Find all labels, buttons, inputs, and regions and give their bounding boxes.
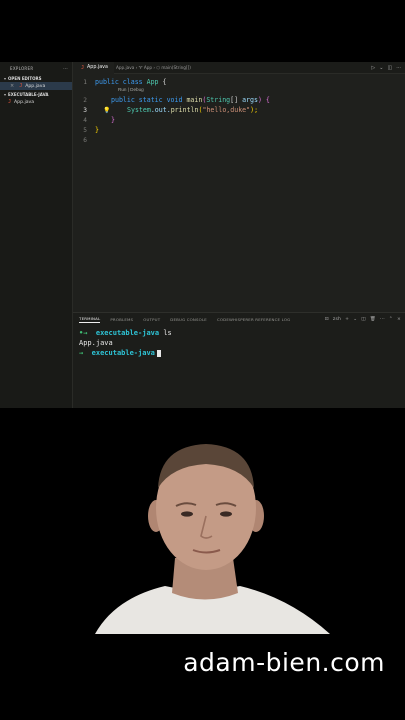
terminal-command: ls xyxy=(163,329,172,337)
line-number: 4 xyxy=(83,116,87,124)
println-call: println xyxy=(170,106,199,114)
keyword: public static void xyxy=(111,96,187,104)
java-file-icon: J xyxy=(19,83,23,89)
folder-filename: App.java xyxy=(14,99,35,105)
terminal-line: App.java xyxy=(79,338,405,348)
tab-output[interactable]: OUTPUT xyxy=(143,317,160,322)
paren-close: ) { xyxy=(257,96,270,104)
code-editor[interactable]: 1 public class App { Run | Debug 2 publi… xyxy=(73,74,405,145)
panel-tabs: TERMINAL PROBLEMS OUTPUT DEBUG CONSOLE C… xyxy=(73,313,405,325)
presenter-eye-left xyxy=(181,511,193,517)
presenter-eye-right xyxy=(220,511,232,517)
line-number: 3 xyxy=(83,106,87,114)
editor-tabbar: J App.java App.java › 🝖 App › ⬡ main(Str… xyxy=(73,62,405,74)
array-brackets: [] xyxy=(230,96,243,104)
out-field: .out. xyxy=(150,106,171,114)
editor-area: J App.java App.java › 🝖 App › ⬡ main(Str… xyxy=(73,62,405,312)
param-name: args xyxy=(242,96,258,104)
string-literal: "hello,duke" xyxy=(202,106,251,114)
tab-debug-console[interactable]: DEBUG CONSOLE xyxy=(170,317,207,322)
codelens-run-debug[interactable]: Run | Debug xyxy=(73,87,405,95)
terminal-line: • → executable-java ls xyxy=(79,328,405,338)
prompt-cwd: executable-java xyxy=(91,349,155,357)
line-number: 5 xyxy=(83,126,87,134)
brace: } xyxy=(111,116,115,124)
terminal-cursor xyxy=(156,349,161,357)
terminal-output: App.java xyxy=(79,339,113,347)
lightbulb-icon[interactable]: 💡 xyxy=(103,107,110,114)
tab-label: App.java xyxy=(87,65,108,70)
tab-codewhisperer-log[interactable]: CODEWHISPERER REFERENCE LOG xyxy=(217,317,290,322)
breadcrumb[interactable]: App.java › 🝖 App › ⬡ main(String[]) xyxy=(114,64,371,72)
code-line-3: 3 💡 System .out. println("hello,duke"); xyxy=(73,105,405,115)
editor-tab[interactable]: J App.java xyxy=(73,62,114,74)
keyword: public class xyxy=(95,78,147,86)
folder-file-item[interactable]: J App.java xyxy=(0,98,72,106)
open-editor-filename: App.java xyxy=(25,83,46,89)
terminal-line: → executable-java xyxy=(79,348,405,358)
java-file-icon: J xyxy=(81,64,85,71)
prompt-cwd: executable-java xyxy=(95,329,160,337)
ide-window: EXPLORER ··· ▾ OPEN EDITORS × J App.java… xyxy=(0,62,405,408)
editor-actions: ▷ ⌄ ◫ ··· xyxy=(371,65,405,71)
panel-tools: ⊡ zsh + ⌄ ◫ 🗑 ··· ⌃ × xyxy=(325,317,405,322)
close-icon[interactable]: × xyxy=(10,83,14,89)
line-number: 2 xyxy=(83,96,87,104)
presenter-video xyxy=(95,444,330,634)
code-line-4: 4 } xyxy=(73,115,405,125)
explorer-header: EXPLORER ··· xyxy=(0,62,72,74)
chevron-down-icon: ▾ xyxy=(4,91,7,97)
line-number: 6 xyxy=(83,136,87,144)
open-editors-section[interactable]: ▾ OPEN EDITORS xyxy=(0,74,72,82)
terminal-shell-icon: ⊡ xyxy=(324,316,329,322)
explorer-menu-icon[interactable]: ··· xyxy=(63,66,68,71)
shell-name[interactable]: zsh xyxy=(333,317,341,322)
more-icon[interactable]: ··· xyxy=(380,317,385,322)
class-name: App xyxy=(146,78,159,86)
method-name: main xyxy=(186,96,203,104)
java-file-icon: J xyxy=(8,99,12,105)
open-editors-label: OPEN EDITORS xyxy=(8,75,42,81)
bottom-panel: TERMINAL PROBLEMS OUTPUT DEBUG CONSOLE C… xyxy=(73,312,405,408)
folder-section[interactable]: ▾ EXECUTABLE-JAVA xyxy=(0,90,72,98)
trash-icon[interactable]: 🗑 xyxy=(370,317,376,322)
tab-problems[interactable]: PROBLEMS xyxy=(110,317,133,322)
brace: } xyxy=(95,126,99,134)
tab-terminal[interactable]: TERMINAL xyxy=(79,316,101,323)
type-name: String xyxy=(206,96,231,104)
run-icon[interactable]: ▷ xyxy=(371,65,375,71)
code-line-2: 2 public static void main(String[] args)… xyxy=(73,95,405,105)
explorer-sidebar: EXPLORER ··· ▾ OPEN EDITORS × J App.java… xyxy=(0,62,73,408)
folder-label: EXECUTABLE-JAVA xyxy=(8,91,49,97)
paren-close: ); xyxy=(250,106,259,114)
dropdown-icon[interactable]: ⌄ xyxy=(379,65,383,71)
brace: { xyxy=(158,78,167,86)
open-editor-item[interactable]: × J App.java xyxy=(0,82,72,90)
watermark: adam-bien.com xyxy=(183,648,385,677)
code-line-6: 6 xyxy=(73,135,405,145)
code-line-5: 5 } xyxy=(73,125,405,135)
split-terminal-icon[interactable]: ◫ xyxy=(361,317,366,322)
code-line-1: 1 public class App { xyxy=(73,77,405,87)
new-terminal-icon[interactable]: + xyxy=(345,317,349,322)
line-number: 1 xyxy=(83,78,87,86)
more-icon[interactable]: ··· xyxy=(396,65,401,71)
chevron-down-icon[interactable]: ⌄ xyxy=(353,317,357,322)
explorer-title: EXPLORER xyxy=(10,65,34,71)
close-icon[interactable]: × xyxy=(397,317,401,322)
maximize-icon[interactable]: ⌃ xyxy=(389,317,393,322)
terminal[interactable]: • → executable-java ls App.java → execut… xyxy=(73,325,405,358)
system-class: System xyxy=(127,106,151,114)
split-editor-icon[interactable]: ◫ xyxy=(387,65,392,71)
chevron-down-icon: ▾ xyxy=(4,75,7,81)
